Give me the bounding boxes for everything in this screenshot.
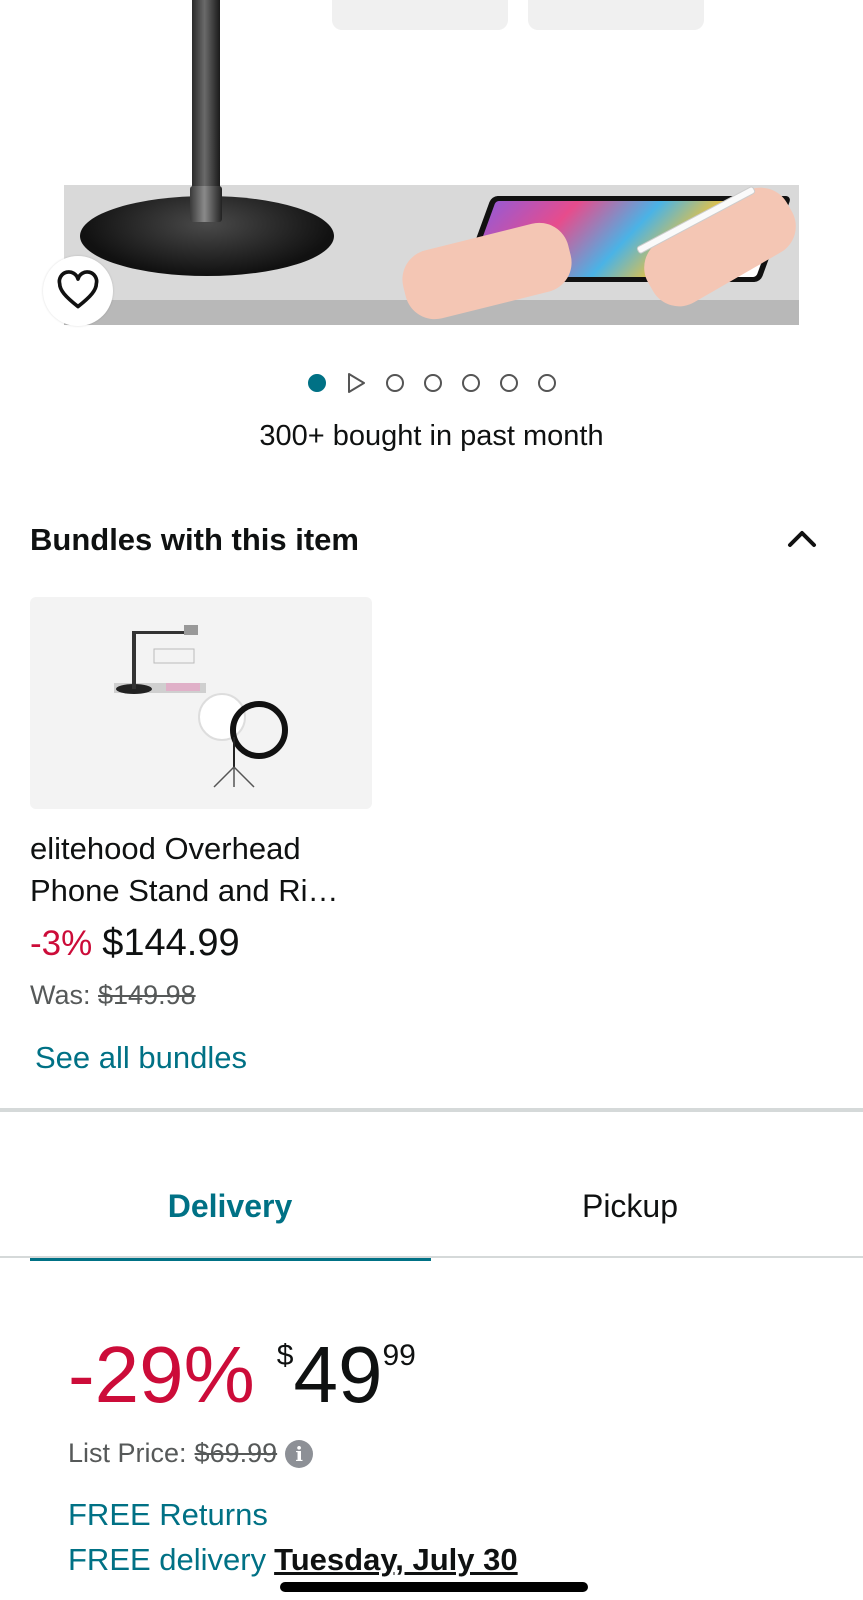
bundles-section-title: Bundles with this item bbox=[30, 522, 359, 557]
delivery-date: Tuesday, July 30 bbox=[274, 1542, 518, 1577]
price-block: -29% $ 49 99 bbox=[68, 1335, 416, 1415]
delivery-info: FREE delivery Tuesday, July 30 bbox=[68, 1542, 518, 1578]
bundle-item-name[interactable]: elitehood Overhead Phone Stand and Ri… bbox=[30, 828, 375, 912]
wishlist-button[interactable] bbox=[43, 256, 113, 326]
bundle-image[interactable] bbox=[30, 597, 372, 809]
list-price-value: $69.99 bbox=[194, 1438, 278, 1468]
price-fraction: 99 bbox=[382, 1339, 416, 1372]
see-all-bundles-link[interactable]: See all bundles bbox=[35, 1040, 247, 1076]
list-price: List Price: $69.99 i bbox=[68, 1438, 314, 1469]
pagination-dot[interactable] bbox=[423, 374, 442, 392]
chevron-up-icon[interactable] bbox=[784, 525, 820, 553]
current-price: $ 49 99 bbox=[277, 1335, 416, 1415]
free-delivery-label[interactable]: FREE delivery bbox=[68, 1542, 266, 1577]
pagination-dot-active[interactable] bbox=[307, 374, 326, 392]
bundle-discount: -3% bbox=[30, 924, 93, 963]
free-returns-link[interactable]: FREE Returns bbox=[68, 1497, 268, 1533]
bundle-price: $144.99 bbox=[102, 922, 240, 964]
pagination-dot[interactable] bbox=[385, 374, 404, 392]
product-image-thumbnail bbox=[332, 0, 508, 30]
tab-divider bbox=[0, 1256, 863, 1258]
pagination-dot[interactable] bbox=[537, 374, 556, 392]
bought-count-text: 300+ bought in past month bbox=[259, 420, 604, 452]
bundle-price-row: -3% $144.99 bbox=[30, 922, 240, 965]
home-indicator[interactable] bbox=[280, 1582, 588, 1592]
savings-percentage: -29% bbox=[68, 1330, 255, 1419]
bundle-was-price: Was: $149.98 bbox=[30, 980, 196, 1011]
section-divider bbox=[0, 1108, 863, 1112]
image-pagination[interactable] bbox=[0, 372, 863, 394]
tab-delivery[interactable]: Delivery bbox=[30, 1188, 430, 1225]
price-currency: $ bbox=[276, 1339, 294, 1372]
tab-pickup[interactable]: Pickup bbox=[430, 1188, 830, 1225]
stand-collar bbox=[190, 186, 222, 222]
overhead-stand-thumbnail bbox=[114, 625, 206, 694]
video-play-icon[interactable] bbox=[346, 372, 366, 394]
tripod-thumbnail bbox=[213, 737, 255, 788]
pagination-dot[interactable] bbox=[499, 374, 518, 392]
price-whole: 49 bbox=[293, 1330, 383, 1419]
product-image[interactable] bbox=[0, 0, 863, 345]
fulfillment-tabs: Delivery Pickup bbox=[30, 1160, 833, 1261]
pagination-dot[interactable] bbox=[461, 374, 480, 392]
was-price-value: $149.98 bbox=[98, 980, 196, 1010]
was-label: Was: bbox=[30, 980, 91, 1010]
product-image-thumbnail bbox=[528, 0, 704, 30]
info-icon[interactable]: i bbox=[285, 1439, 314, 1468]
heart-icon bbox=[57, 270, 99, 309]
stand-pole bbox=[192, 0, 220, 198]
list-price-label: List Price: bbox=[68, 1438, 187, 1468]
